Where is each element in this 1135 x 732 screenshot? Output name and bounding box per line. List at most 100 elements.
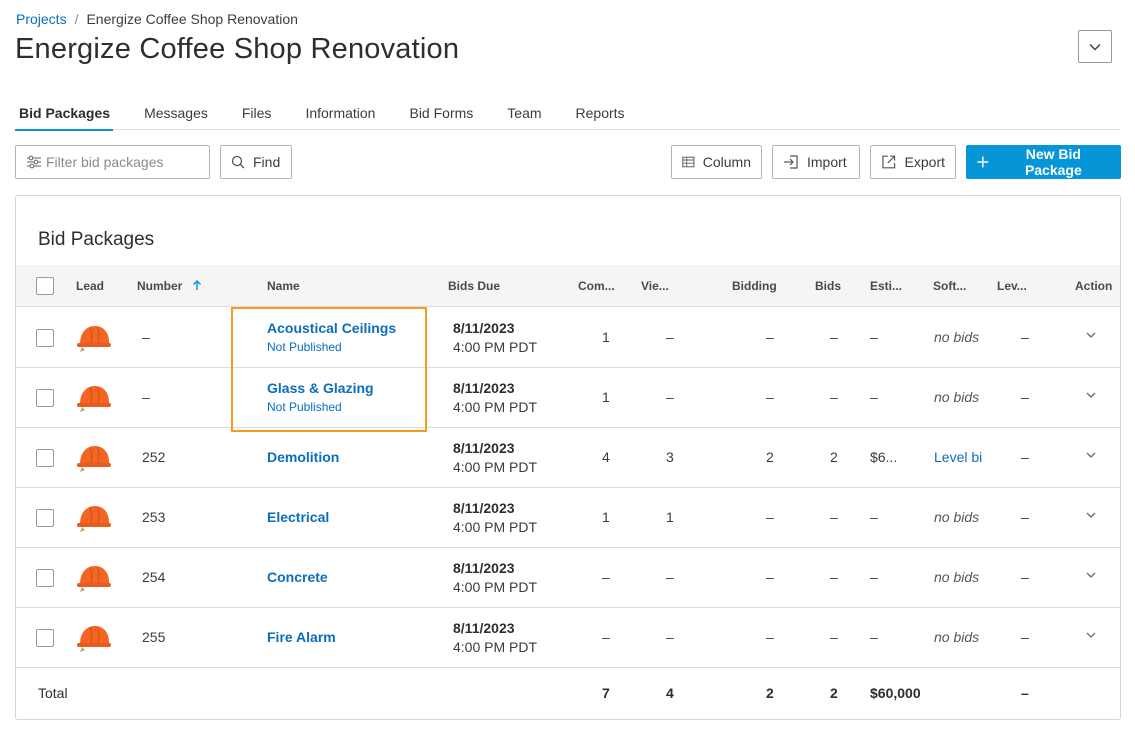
table-row[interactable]: – Acoustical Ceilings Not Published 8/11… xyxy=(16,308,1120,368)
tab-team[interactable]: Team xyxy=(490,96,558,130)
bid-package-name-link[interactable]: Fire Alarm xyxy=(267,629,336,645)
row-checkbox[interactable] xyxy=(36,509,54,527)
col-committed[interactable]: Com... xyxy=(578,279,615,293)
filter-icon xyxy=(27,155,41,169)
col-bidding[interactable]: Bidding xyxy=(732,279,777,293)
tab-bid-packages[interactable]: Bid Packages xyxy=(15,96,127,131)
import-icon xyxy=(784,155,798,169)
row-soft: no bids xyxy=(934,509,980,525)
row-number: 253 xyxy=(142,509,166,525)
tab-reports[interactable]: Reports xyxy=(559,96,642,130)
row-committed: 1 xyxy=(602,509,610,525)
project-menu-button[interactable] xyxy=(1078,30,1112,63)
row-action-chevron-icon[interactable] xyxy=(1085,331,1097,339)
find-label: Find xyxy=(253,154,281,170)
row-number: – xyxy=(142,329,150,345)
due-date: 8/11/2023 xyxy=(453,440,515,456)
col-bids[interactable]: Bids xyxy=(815,279,841,293)
col-lead[interactable]: Lead xyxy=(76,279,104,293)
filter-box xyxy=(15,145,210,179)
bid-package-name-link[interactable]: Glass & Glazing xyxy=(267,380,374,396)
search-icon xyxy=(231,155,245,169)
row-soft[interactable]: Level bi xyxy=(934,449,988,465)
bid-package-name-link[interactable]: Concrete xyxy=(267,569,328,585)
row-action-chevron-icon[interactable] xyxy=(1085,391,1097,399)
row-action-chevron-icon[interactable] xyxy=(1085,511,1097,519)
col-number-label: Number xyxy=(137,279,183,293)
export-icon xyxy=(882,155,896,169)
table-row[interactable]: 255 Fire Alarm 8/11/2023 4:00 PM PDT – –… xyxy=(16,608,1120,668)
row-checkbox[interactable] xyxy=(36,629,54,647)
row-number: – xyxy=(142,389,150,405)
row-action-chevron-icon[interactable] xyxy=(1085,571,1097,579)
page-title: Energize Coffee Shop Renovation xyxy=(15,33,460,65)
row-action-chevron-icon[interactable] xyxy=(1085,451,1097,459)
col-action: Action xyxy=(1075,279,1113,293)
row-bids-due: 8/11/2023 4:00 PM PDT xyxy=(453,379,537,417)
bid-package-name-link[interactable]: Demolition xyxy=(267,449,339,465)
row-bidding: 2 xyxy=(766,449,774,465)
row-name-cell: Fire Alarm xyxy=(267,629,336,645)
new-bid-package-button[interactable]: New Bid Package xyxy=(966,145,1121,179)
table-row[interactable]: 252 Demolition 8/11/2023 4:00 PM PDT 4 3… xyxy=(16,428,1120,488)
col-name[interactable]: Name xyxy=(267,279,300,293)
column-label: Column xyxy=(702,154,751,170)
tab-bar: Bid Packages Messages Files Information … xyxy=(15,96,1120,131)
row-estimate: – xyxy=(870,629,878,645)
due-time: 4:00 PM PDT xyxy=(453,339,538,355)
row-bids: – xyxy=(830,629,838,645)
due-time: 4:00 PM PDT xyxy=(453,579,538,595)
bid-package-name-link[interactable]: Acoustical Ceilings xyxy=(267,320,396,336)
table-row[interactable]: 253 Electrical 8/11/2023 4:00 PM PDT 1 1… xyxy=(16,488,1120,548)
col-soft[interactable]: Soft... xyxy=(933,279,966,293)
row-bidding: – xyxy=(766,629,774,645)
due-date: 8/11/2023 xyxy=(453,500,515,516)
col-level[interactable]: Lev... xyxy=(997,279,1027,293)
table-title: Bid Packages xyxy=(38,229,155,250)
export-button[interactable]: Export xyxy=(870,145,956,179)
column-button[interactable]: Column xyxy=(671,145,762,179)
row-estimate: – xyxy=(870,569,878,585)
row-bids-due: 8/11/2023 4:00 PM PDT xyxy=(453,319,537,357)
col-number[interactable]: Number xyxy=(137,279,202,293)
row-action-chevron-icon[interactable] xyxy=(1085,631,1097,639)
row-bids-due: 8/11/2023 4:00 PM PDT xyxy=(453,559,537,597)
row-level: – xyxy=(1021,629,1029,645)
row-committed: 1 xyxy=(602,329,610,345)
row-viewed: – xyxy=(666,389,674,405)
row-checkbox[interactable] xyxy=(36,389,54,407)
row-checkbox[interactable] xyxy=(36,569,54,587)
row-committed: 1 xyxy=(602,389,610,405)
table-row[interactable]: – Glass & Glazing Not Published 8/11/202… xyxy=(16,368,1120,428)
row-viewed: – xyxy=(666,629,674,645)
total-committed: 7 xyxy=(602,685,610,701)
row-committed: 4 xyxy=(602,449,610,465)
tab-files[interactable]: Files xyxy=(225,96,289,130)
row-level: – xyxy=(1021,389,1029,405)
col-estimate[interactable]: Esti... xyxy=(870,279,902,293)
publish-status: Not Published xyxy=(267,340,342,354)
bid-package-name-link[interactable]: Electrical xyxy=(267,509,329,525)
due-time: 4:00 PM PDT xyxy=(453,519,538,535)
row-name-cell: Glass & Glazing Not Published xyxy=(267,380,374,414)
row-level: – xyxy=(1021,509,1029,525)
breadcrumb-separator: / xyxy=(74,11,79,27)
select-all-checkbox[interactable] xyxy=(36,277,54,295)
row-name-cell: Acoustical Ceilings Not Published xyxy=(267,320,396,354)
row-checkbox[interactable] xyxy=(36,449,54,467)
col-bids-due[interactable]: Bids Due xyxy=(448,279,500,293)
tab-bid-forms[interactable]: Bid Forms xyxy=(392,96,490,130)
row-committed: – xyxy=(602,569,610,585)
row-checkbox[interactable] xyxy=(36,329,54,347)
row-bids-due: 8/11/2023 4:00 PM PDT xyxy=(453,439,537,477)
breadcrumb-projects-link[interactable]: Projects xyxy=(16,11,67,27)
filter-input[interactable] xyxy=(46,154,206,170)
due-date: 8/11/2023 xyxy=(453,380,515,396)
import-button[interactable]: Import xyxy=(772,145,860,179)
table-row[interactable]: 254 Concrete 8/11/2023 4:00 PM PDT – – –… xyxy=(16,548,1120,608)
col-viewed[interactable]: Vie... xyxy=(641,279,669,293)
find-button[interactable]: Find xyxy=(220,145,292,179)
tab-information[interactable]: Information xyxy=(288,96,392,130)
breadcrumb: Projects / Energize Coffee Shop Renovati… xyxy=(16,11,298,27)
tab-messages[interactable]: Messages xyxy=(127,96,225,130)
